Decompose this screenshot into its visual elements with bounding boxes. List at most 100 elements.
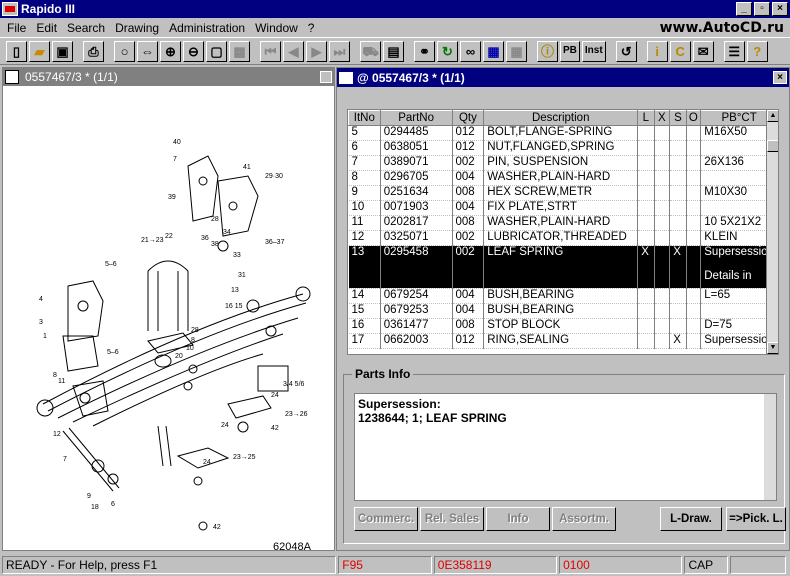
info-scrollbar[interactable] [764, 394, 776, 500]
zoom-in-icon[interactable]: ⊕ [160, 40, 181, 62]
i-icon[interactable]: i [646, 40, 668, 62]
table-row[interactable]: 7 0389071 002 PIN, SUSPENSION 26X136 [348, 155, 778, 171]
refresh-icon[interactable]: ↺ [615, 40, 637, 62]
menu-help[interactable]: ? [303, 21, 320, 35]
grid-icon[interactable]: ▦ [506, 40, 527, 62]
print-icon[interactable]: ⎙ [83, 40, 104, 62]
cell-o [686, 245, 702, 289]
last-page-icon[interactable]: ⏭ [329, 40, 350, 62]
help-icon[interactable]: ? [746, 40, 768, 62]
menu-edit[interactable]: Edit [31, 21, 62, 35]
document-icon[interactable]: ▤ [383, 40, 404, 62]
svg-text:8: 8 [53, 372, 57, 379]
drawing-doc-icon [5, 70, 19, 84]
cell-description: BUSH,BEARING [483, 288, 639, 304]
svg-text:4: 4 [39, 296, 43, 303]
table-row[interactable]: 9 0251634 008 HEX SCREW,METR M10X30 [348, 185, 778, 201]
table-row[interactable]: 5 0294485 012 BOLT,FLANGE-SPRING M16X50 [348, 125, 778, 141]
col-s[interactable]: S [669, 110, 687, 126]
parts-close-button[interactable]: × [773, 71, 787, 84]
l-draw-button[interactable]: L-Draw. [660, 507, 722, 531]
save-icon[interactable]: ▣ [52, 40, 73, 62]
table-row[interactable]: 16 0361477 008 STOP BLOCK D=75 [348, 318, 778, 334]
scroll-up-icon[interactable]: ▲ [767, 110, 778, 122]
parts-title: @ 0557467/3 * (1/1) [357, 70, 465, 85]
first-page-icon[interactable]: ⏮ [260, 40, 281, 62]
table-row[interactable]: 15 0679253 004 BUSH,BEARING [348, 303, 778, 319]
chain-icon[interactable]: ∞ [460, 40, 481, 62]
scroll-down-icon[interactable]: ▼ [767, 342, 778, 354]
col-o[interactable]: O [685, 110, 702, 126]
table-row[interactable]: 12 0325071 002 LUBRICATOR,THREADED KLEIN [348, 230, 778, 246]
col-partno[interactable]: PartNo [379, 110, 453, 126]
cell-x [654, 230, 671, 246]
minimize-button[interactable]: _ [736, 2, 752, 16]
table-row[interactable]: 17 0662003 012 RING,SEALING X Supersession [348, 333, 778, 349]
svg-text:39: 39 [168, 194, 176, 201]
svg-text:31: 31 [238, 272, 246, 279]
svg-text:24: 24 [203, 459, 211, 466]
menu-file[interactable]: File [2, 21, 31, 35]
cell-itno: 10 [348, 200, 381, 216]
pick-list-button[interactable]: =>Pick. L. [726, 507, 786, 531]
cell-s [669, 140, 687, 156]
col-qty[interactable]: Qty [451, 110, 485, 126]
zoom-fit-icon[interactable]: ▢ [206, 40, 227, 62]
col-l[interactable]: L [637, 110, 655, 126]
table-row[interactable]: 6 0638051 012 NUT,FLANGED,SPRING [348, 140, 778, 156]
table-row-selected[interactable]: 13 0295458 002 LEAF SPRING X X Supersession Det… [348, 245, 778, 289]
col-x[interactable]: X [653, 110, 671, 126]
menu-drawing[interactable]: Drawing [110, 21, 164, 35]
new-icon[interactable]: ▯ [6, 40, 27, 62]
cell-o [686, 333, 702, 349]
table-row[interactable]: 10 0071903 004 FIX PLATE,STRT [348, 200, 778, 216]
svg-text:28: 28 [191, 327, 199, 334]
list-icon[interactable]: ☰ [723, 40, 745, 62]
status-extra [730, 555, 787, 574]
table-scrollbar[interactable]: ▲ ▼ [766, 110, 778, 354]
inst-button[interactable]: Inst [581, 40, 606, 62]
binoculars-icon[interactable]: ⚭ [414, 40, 435, 62]
cell-partno: 0389071 [380, 155, 453, 171]
cell-qty: 008 [452, 215, 485, 231]
restore-button[interactable]: ▫ [754, 2, 770, 16]
search-icon[interactable]: ○ [114, 40, 135, 62]
zoom-window-icon[interactable]: ▩ [229, 40, 250, 62]
table-row[interactable]: 11 0202817 008 WASHER,PLAIN-HARD 10 5X21X2 [348, 215, 778, 231]
menu-window[interactable]: Window [250, 21, 303, 35]
close-button[interactable]: × [772, 2, 788, 16]
open-folder-icon[interactable]: ▰ [29, 40, 50, 62]
info-button[interactable]: Info [486, 507, 550, 531]
next-page-icon[interactable]: ▶ [306, 40, 327, 62]
rel-sales-button[interactable]: Rel. Sales [420, 507, 484, 531]
drawing-window: 0557467/3 * (1/1) 40 7 41 29·30 39 28 21… [2, 67, 335, 553]
color-table-icon[interactable]: ▦ [483, 40, 504, 62]
cell-description: HEX SCREW,METR [483, 185, 639, 201]
assortm-button[interactable]: Assortm. [552, 507, 616, 531]
prev-page-icon[interactable]: ◀ [283, 40, 304, 62]
cell-l [637, 185, 655, 201]
svg-text:13: 13 [231, 287, 239, 294]
zoom-out-icon[interactable]: ⊖ [183, 40, 204, 62]
menu-administration[interactable]: Administration [164, 21, 250, 35]
col-description[interactable]: Description [483, 110, 639, 126]
table-row[interactable]: 8 0296705 004 WASHER,PLAIN-HARD [348, 170, 778, 186]
scroll-thumb[interactable] [767, 140, 778, 152]
cell-x [654, 200, 671, 216]
link-icon[interactable]: ↻ [437, 40, 458, 62]
c-icon[interactable]: C [669, 40, 691, 62]
pb-button[interactable]: PB [560, 40, 580, 62]
drawing-canvas[interactable]: 40 7 41 29·30 39 28 21→23 22 36 38 34 36–37 5–6 3… [3, 86, 334, 553]
info-icon[interactable]: ⓘ [537, 40, 558, 62]
col-itno[interactable]: ItNo [348, 110, 381, 126]
svg-text:28: 28 [211, 216, 219, 223]
menu-search[interactable]: Search [62, 21, 110, 35]
pan-icon[interactable]: ⇔ [137, 40, 158, 62]
cart-icon[interactable]: ⛟ [360, 40, 381, 62]
mail-icon[interactable]: ✉ [692, 40, 714, 62]
svg-text:12: 12 [53, 431, 61, 438]
table-row[interactable]: 14 0679254 004 BUSH,BEARING L=65 [348, 288, 778, 304]
drawing-minimize-button[interactable] [320, 71, 332, 83]
commerc-button[interactable]: Commerc. [354, 507, 418, 531]
app-icon[interactable] [2, 2, 18, 16]
